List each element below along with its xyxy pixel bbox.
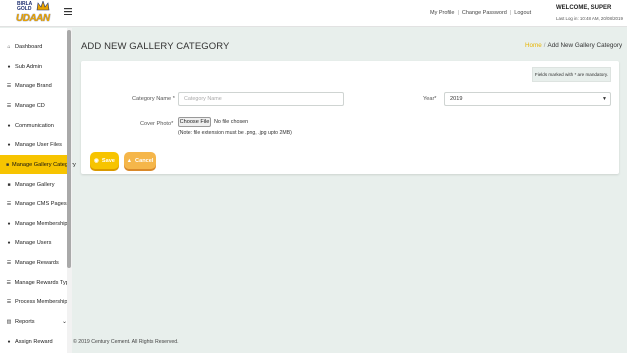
logo-text-udaan: UDAAN <box>16 13 50 24</box>
sidebar-item-label: Manage Users <box>15 239 52 246</box>
list-icon: ☰ <box>6 102 12 109</box>
sidebar-item-manage-users[interactable]: ● Manage Users <box>0 233 72 252</box>
breadcrumb-home-link[interactable]: Home <box>525 42 542 49</box>
sidebar-item-label: Manage Memberships <box>15 220 71 227</box>
breadcrumb-current: Add New Gallery Category <box>547 42 623 49</box>
save-button[interactable]: ◉ Save <box>90 152 119 169</box>
category-name-placeholder: Category Name <box>184 96 222 102</box>
my-profile-link[interactable]: My Profile <box>430 10 454 16</box>
link-separator: | <box>509 10 512 16</box>
cover-photo-label: Cover Photo* <box>140 121 174 127</box>
sidebar-item-label: Assign Reward <box>15 338 53 345</box>
sidebar-item-label: Communication <box>15 122 54 129</box>
list-icon: ☰ <box>6 82 12 89</box>
welcome-text: WELCOME, SUPER <box>556 5 612 11</box>
sidebar-item-label: Manage Rewards Type <box>14 279 72 286</box>
sidebar-item-manage-rewards-type[interactable]: ☰ Manage Rewards Type <box>0 273 72 292</box>
user-icon: ● <box>7 141 11 148</box>
category-name-input[interactable]: Category Name <box>178 92 344 106</box>
list-icon: ☰ <box>6 298 12 305</box>
top-links: My Profile | Change Password | Logout <box>430 10 531 16</box>
last-login-text: Last Log in: 10:48 AM, 20/08/2019 <box>556 16 623 21</box>
save-icon: ◉ <box>94 157 99 164</box>
sidebar-item-manage-cms-pages[interactable]: ☰ Manage CMS Pages <box>0 194 72 213</box>
cancel-button-label: Cancel <box>135 157 154 164</box>
users-icon: ● <box>7 220 11 227</box>
sidebar-item-process-membership[interactable]: ☰ Process Membership <box>0 292 72 311</box>
footer-copyright: © 2019 Century Cement. All Rights Reserv… <box>73 339 179 345</box>
lock-icon: ■ <box>6 161 10 168</box>
sidebar-item-assign-reward[interactable]: ● Assign Reward <box>0 332 72 351</box>
logout-link[interactable]: Logout <box>514 10 531 16</box>
link-separator: | <box>457 10 459 16</box>
user-icon: ● <box>7 239 11 246</box>
sidebar-item-manage-user-files[interactable]: ● Manage User Files <box>0 135 72 154</box>
user-icon: ● <box>7 122 11 129</box>
sidebar-item-label: Manage CMS Pages <box>15 200 67 207</box>
home-icon: ⌂ <box>7 43 11 50</box>
no-file-chosen-text: No file chosen <box>214 119 249 125</box>
sidebar-item-label: Manage CD <box>15 102 45 109</box>
sidebar-item-label: Manage User Files <box>15 141 62 148</box>
user-icon: ● <box>7 63 11 70</box>
sidebar-item-dashboard[interactable]: ⌂ Dashboard <box>0 37 72 56</box>
sidebar-item-label: Manage Gallery <box>15 181 55 188</box>
list-icon: ☰ <box>6 200 12 207</box>
change-password-link[interactable]: Change Password <box>462 10 507 16</box>
save-button-label: Save <box>101 157 115 164</box>
sidebar-item-sub-admin[interactable]: ● Sub Admin <box>0 57 72 76</box>
menu-toggle-icon[interactable] <box>64 8 72 16</box>
file-extension-note: (Note: file extension must be .png, .jpg… <box>178 130 292 136</box>
list-icon: ☰ <box>6 279 12 286</box>
sidebar-item-label: Manage Rewards <box>15 259 59 266</box>
list-icon: ☰ <box>6 259 12 266</box>
chart-icon: ▥ <box>6 318 12 325</box>
sidebar-item-communication[interactable]: ● Communication <box>0 116 72 135</box>
choose-file-button[interactable]: Choose File <box>178 117 211 127</box>
sidebar-item-manage-rewards[interactable]: ☰ Manage Rewards <box>0 253 72 272</box>
breadcrumb-separator: / <box>543 42 546 49</box>
sidebar-item-reports[interactable]: ▥ Reports ⌄ <box>0 312 72 331</box>
year-select-value: 2019 <box>450 96 463 102</box>
page-title: ADD NEW GALLERY CATEGORY <box>81 41 230 52</box>
mandatory-note: Fields marked with * are mandatory. <box>532 67 611 82</box>
sidebar-item-label: Reports <box>15 318 35 325</box>
top-bar: BIRLA GOLD UDAAN My Profile | Change Passw… <box>0 0 627 27</box>
breadcrumb: Home / Add New Gallery Category <box>525 42 622 49</box>
sidebar-item-label: Sub Admin <box>15 63 43 70</box>
warning-icon: ▲ <box>126 157 133 164</box>
dropdown-arrow-icon: ▼ <box>602 96 607 102</box>
year-label: Year* <box>423 96 437 102</box>
category-name-label: Category Name * <box>132 96 175 102</box>
crown-icon <box>36 1 50 11</box>
sidebar-item-manage-memberships[interactable]: ● Manage Memberships <box>0 214 72 233</box>
sidebar-item-manage-brand[interactable]: ☰ Manage Brand <box>0 76 72 95</box>
sidebar-item-label: Manage Brand <box>15 82 52 89</box>
sidebar-item-label: Process Membership <box>15 298 68 305</box>
sidebar-item-manage-gallery[interactable]: ■ Manage Gallery <box>0 175 72 194</box>
sidebar: ⌂ Dashboard ● Sub Admin ☰ Manage Brand ☰ Man… <box>0 28 76 353</box>
sidebar-item-manage-gallery-category[interactable]: ■ Manage Gallery Category <box>0 155 76 174</box>
year-select[interactable]: 2019 ▼ <box>444 92 611 106</box>
sidebar-item-label: Dashboard <box>15 43 43 50</box>
lock-icon: ■ <box>7 181 11 188</box>
sidebar-item-manage-cd[interactable]: ☰ Manage CD <box>0 96 72 115</box>
cancel-button[interactable]: ▲ Cancel <box>124 152 156 169</box>
user-icon: ● <box>7 338 11 345</box>
logo-text-gold: GOLD <box>17 6 32 12</box>
brand-logo[interactable]: BIRLA GOLD UDAAN <box>14 1 54 26</box>
sidebar-scrollbar-thumb[interactable] <box>67 30 71 268</box>
